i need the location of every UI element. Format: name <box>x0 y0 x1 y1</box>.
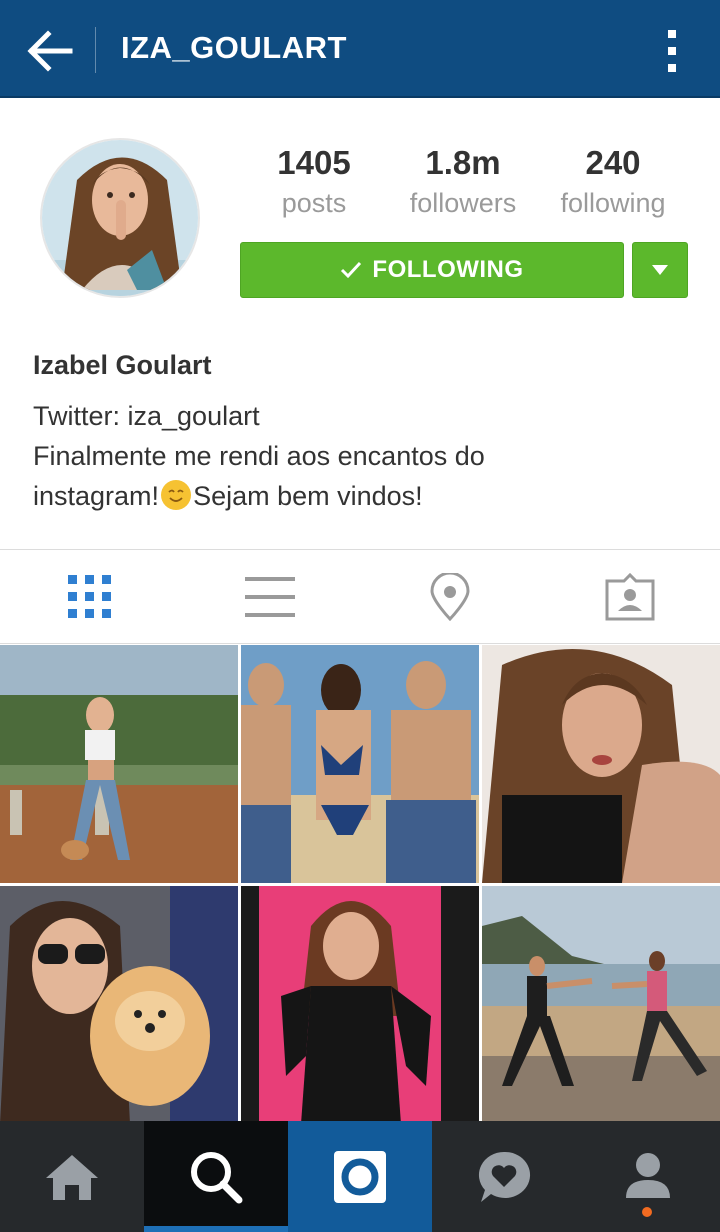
checkmark-icon <box>341 261 362 279</box>
tagged-person-icon <box>605 573 655 621</box>
following-count: 240 <box>585 144 641 181</box>
back-button[interactable] <box>22 24 76 78</box>
posts-stat[interactable]: 1405 posts <box>244 144 384 219</box>
photo-thumbnail-3[interactable] <box>482 645 720 883</box>
tab-location-view[interactable] <box>360 550 540 644</box>
nav-home[interactable] <box>0 1121 144 1232</box>
photo-grid <box>0 645 720 1124</box>
followers-label: followers <box>409 188 517 218</box>
following-button[interactable]: FOLLOWING <box>240 242 624 298</box>
bio-line-twitter: Twitter: iza_goulart <box>33 401 260 431</box>
nav-camera[interactable] <box>288 1121 432 1232</box>
profile-avatar[interactable] <box>40 138 200 298</box>
profile-full-name: Izabel Goulart <box>33 350 212 380</box>
photo-thumbnail-5[interactable] <box>241 886 479 1124</box>
bottom-navigation-bar <box>0 1121 720 1232</box>
bio-line-2: Finalmente me rendi aos encantos do <box>33 441 485 471</box>
search-icon <box>191 1151 243 1203</box>
bio-line-3: instagram! Sejam bem vindos! <box>33 476 485 516</box>
grid-icon <box>68 575 111 618</box>
home-icon <box>46 1154 98 1200</box>
triangle-down-icon <box>652 265 668 275</box>
more-options-button[interactable] <box>660 28 684 74</box>
avatar-photo <box>42 140 198 296</box>
following-stat[interactable]: 240 following <box>543 144 683 219</box>
followers-count: 1.8m <box>425 144 501 181</box>
bio-line-3-start: instagram! <box>33 481 160 511</box>
smiling-emoji-icon <box>161 480 192 510</box>
vertical-dots-icon <box>668 30 676 72</box>
arrow-left-icon <box>27 30 73 72</box>
photo-thumbnail-4[interactable] <box>0 886 238 1124</box>
following-label: following <box>560 188 666 218</box>
profile-view-tabs <box>0 550 720 644</box>
posts-count: 1405 <box>277 144 351 181</box>
bio-line-3-end: Sejam bem vindos! <box>193 481 423 511</box>
camera-icon <box>334 1150 386 1203</box>
nav-search[interactable] <box>144 1121 288 1232</box>
profile-notification-dot <box>642 1207 652 1217</box>
profile-icon <box>626 1152 670 1198</box>
following-button-label: FOLLOWING <box>372 256 524 283</box>
tab-tagged-view[interactable] <box>540 550 720 644</box>
header-divider <box>95 27 96 73</box>
posts-label: posts <box>281 188 347 218</box>
list-icon <box>245 577 295 617</box>
profile-username-title: IZA_GOULART <box>121 30 347 65</box>
photo-thumbnail-2[interactable] <box>241 645 479 883</box>
activity-heart-icon <box>478 1151 531 1202</box>
location-pin-icon <box>430 573 470 621</box>
photo-thumbnail-6[interactable] <box>482 886 720 1124</box>
profile-bio: Twitter: iza_goulart Finalmente me rendi… <box>33 396 485 516</box>
top-bar: IZA_GOULART <box>0 0 720 98</box>
followers-stat[interactable]: 1.8m followers <box>393 144 533 219</box>
follow-options-dropdown[interactable] <box>632 242 688 298</box>
photo-thumbnail-1[interactable] <box>0 645 238 883</box>
nav-activity[interactable] <box>432 1121 576 1232</box>
tab-grid-view[interactable] <box>0 550 180 644</box>
tab-list-view[interactable] <box>180 550 360 644</box>
